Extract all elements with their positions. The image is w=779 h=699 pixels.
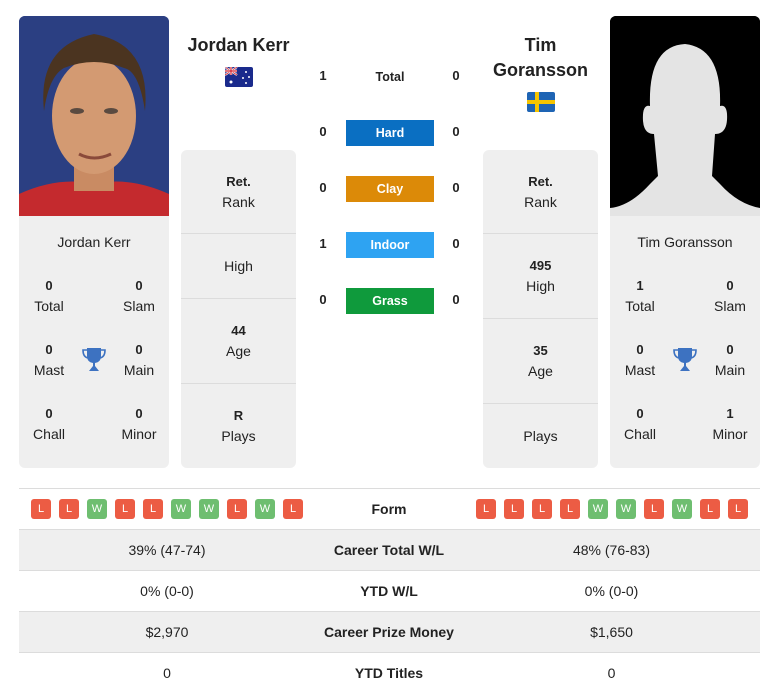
form-loss-badge[interactable]: L (283, 499, 303, 519)
surface-indoor-button[interactable]: Indoor (346, 232, 434, 258)
career-wl-row: 39% (47-74) Career Total W/L 48% (76-83) (19, 529, 760, 570)
form-loss-badge[interactable]: L (143, 499, 163, 519)
player1-form: LLWLLWWLWL (31, 499, 311, 519)
h2h-clay-p2: 0 (452, 180, 460, 195)
form-loss-badge[interactable]: L (504, 499, 524, 519)
h2h-indoor-p1: 1 (319, 236, 327, 251)
player1-plays: R Plays (221, 408, 256, 444)
h2h-total-p2: 0 (452, 68, 460, 83)
player2-high: 495 High (483, 234, 598, 319)
player1-rank: Ret. Rank (181, 150, 296, 234)
player2-titles-card: Tim Goransson 1 Total 0 Slam 0 Mast 0 Main 0… (610, 216, 760, 468)
form-loss-badge[interactable]: L (227, 499, 247, 519)
player2-minor-titles: 1 Minor (712, 406, 748, 442)
ytd-wl-row: 0% (0-0) YTD W/L 0% (0-0) (19, 570, 760, 611)
player1-card-name[interactable]: Jordan Kerr (19, 234, 169, 250)
h2h-total-p1: 1 (319, 68, 327, 83)
h2h-grass-p2: 0 (452, 292, 460, 307)
player1-photo (19, 16, 169, 216)
player1-minor-titles: 0 Minor (121, 406, 157, 442)
player2-card-name[interactable]: Tim Goransson (610, 234, 760, 250)
prize-money-label: Career Prize Money (324, 624, 454, 640)
player2-ytd-wl: 0% (0-0) (584, 583, 639, 599)
form-loss-badge[interactable]: L (31, 499, 51, 519)
player2-age: 35 Age (483, 319, 598, 404)
player2-career-wl: 48% (76-83) (572, 542, 651, 558)
player1-career-wl: 39% (47-74) (128, 542, 206, 558)
form-win-badge[interactable]: W (672, 499, 692, 519)
trophy-icon (82, 347, 106, 373)
form-loss-badge[interactable]: L (700, 499, 720, 519)
australia-flag-icon (225, 67, 253, 87)
form-win-badge[interactable]: W (171, 499, 191, 519)
h2h-clay-p1: 0 (319, 180, 327, 195)
player2-photo-placeholder (610, 16, 760, 216)
player2-rank: Ret. Rank (483, 150, 598, 234)
form-label: Form (371, 501, 407, 517)
player2-prize-money: $1,650 (590, 624, 633, 640)
ytd-titles-label: YTD Titles (354, 665, 424, 681)
player1-titles-card: Jordan Kerr 0 Total 0 Slam 0 Mast 0 Main 0 Ch… (19, 216, 169, 468)
player2-main-titles: 0 Main (714, 342, 746, 378)
form-loss-badge[interactable]: L (476, 499, 496, 519)
player1-prize-money: $2,970 (145, 624, 189, 640)
form-loss-badge[interactable]: L (560, 499, 580, 519)
player2-slam-titles: 0 Slam (714, 278, 746, 314)
form-row: LLWLLWWLWL Form LLLLWWLWLL (19, 488, 760, 529)
surface-grass-button[interactable]: Grass (346, 288, 434, 314)
player2-total-titles: 1 Total (625, 278, 655, 314)
player2-name-heading[interactable]: Tim Goransson (483, 33, 598, 83)
prize-money-row: $2,970 Career Prize Money $1,650 (19, 611, 760, 652)
player1-slam-titles: 0 Slam (123, 278, 155, 314)
h2h-hard-p1: 0 (319, 124, 327, 139)
player1-main-titles: 0 Main (123, 342, 155, 378)
form-win-badge[interactable]: W (255, 499, 275, 519)
form-win-badge[interactable]: W (616, 499, 636, 519)
player1-info-panel: Ret. Rank High 44 Age R Plays (181, 150, 296, 468)
player1-name-heading[interactable]: Jordan Kerr (170, 33, 307, 58)
trophy-icon (673, 347, 697, 373)
form-win-badge[interactable]: W (199, 499, 219, 519)
ytd-wl-label: YTD W/L (360, 583, 418, 599)
player2-challenger-titles: 0 Chall (624, 406, 656, 442)
surface-clay-button[interactable]: Clay (346, 176, 434, 202)
player1-ytd-titles: 0 (163, 665, 171, 681)
player2-form: LLLLWWLWLL (476, 499, 756, 519)
career-wl-label: Career Total W/L (333, 542, 445, 558)
player2-info-panel: Ret. Rank 495 High 35 Age Plays (483, 150, 598, 468)
h2h-total-label: Total (375, 70, 405, 84)
h2h-grass-p1: 0 (319, 292, 327, 307)
form-win-badge[interactable]: W (87, 499, 107, 519)
form-win-badge[interactable]: W (588, 499, 608, 519)
player1-challenger-titles: 0 Chall (33, 406, 65, 442)
player1-total-titles: 0 Total (34, 278, 64, 314)
ytd-titles-row: 0 YTD Titles 0 (19, 652, 760, 693)
form-loss-badge[interactable]: L (728, 499, 748, 519)
h2h-hard-p2: 0 (452, 124, 460, 139)
h2h-indoor-p2: 0 (452, 236, 460, 251)
sweden-flag-icon (527, 92, 555, 112)
player1-ytd-wl: 0% (0-0) (140, 583, 194, 599)
form-loss-badge[interactable]: L (115, 499, 135, 519)
player1-high: High (181, 234, 296, 299)
form-loss-badge[interactable]: L (532, 499, 552, 519)
player2-masters-titles: 0 Mast (624, 342, 656, 378)
form-loss-badge[interactable]: L (644, 499, 664, 519)
surface-hard-button[interactable]: Hard (346, 120, 434, 146)
player2-ytd-titles: 0 (607, 665, 616, 681)
player1-age: 44 Age (181, 299, 296, 384)
player2-plays: Plays (523, 428, 558, 444)
form-loss-badge[interactable]: L (59, 499, 79, 519)
player1-masters-titles: 0 Mast (33, 342, 65, 378)
